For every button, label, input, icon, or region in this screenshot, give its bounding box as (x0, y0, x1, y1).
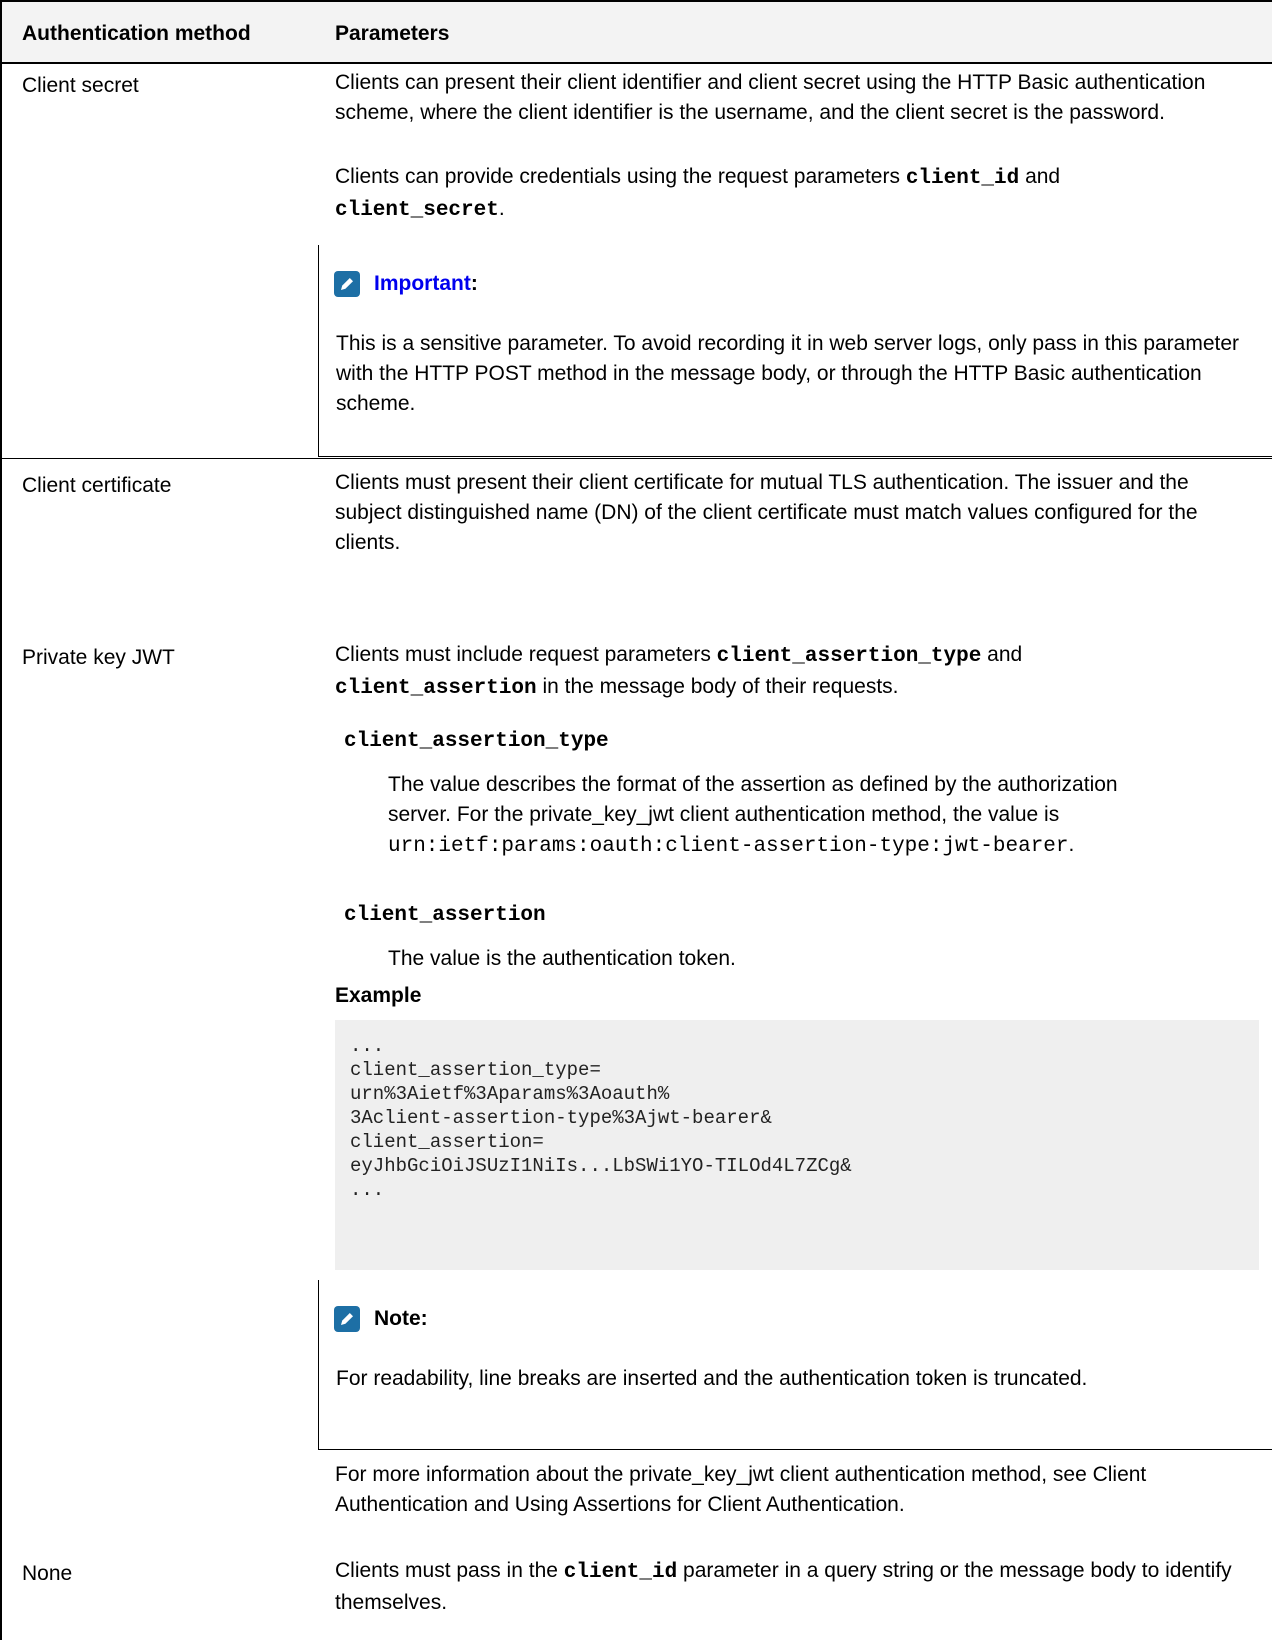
pencil-icon (334, 271, 360, 297)
client-secret-credentials: Clients can provide credentials using th… (335, 165, 1061, 222)
method-none: None (22, 1562, 73, 1585)
method-client-secret: Client secret (22, 74, 139, 97)
row-divider (2, 458, 1272, 459)
code-client-id: client_id (905, 167, 1020, 190)
pencil-icon (334, 1306, 360, 1332)
header-parameters: Parameters (335, 22, 450, 45)
auth-methods-table: Authentication method Parameters Client … (0, 0, 1272, 1640)
definition-client-assertion: The value is the authentication token. (388, 947, 736, 970)
table-header: Authentication method Parameters (2, 0, 1272, 64)
header-authentication-method: Authentication method (22, 22, 251, 45)
method-private-key-jwt: Private key JWT (22, 646, 175, 669)
term-client-assertion: client_assertion (344, 904, 546, 927)
important-note: Important: This is a sensitive parameter… (318, 245, 1272, 457)
private-key-jwt-description: Clients must include request parameters … (335, 643, 1023, 700)
none-description: Clients must pass in the client_id param… (335, 1559, 1232, 1614)
code-client-assertion-type: client_assertion_type (716, 645, 982, 668)
definition-client-assertion-type: The value describes the format of the as… (388, 773, 1118, 858)
code-jwt-bearer-urn: urn:ietf:params:oauth:client-assertion-t… (388, 835, 1069, 858)
example-heading: Example (335, 984, 422, 1007)
important-note-body: This is a sensitive parameter. To avoid … (336, 332, 1240, 415)
example-code-block: ... client_assertion_type= urn%3Aietf%3A… (335, 1020, 1259, 1270)
note-body: For readability, line breaks are inserte… (336, 1367, 1088, 1390)
term-client-assertion-type: client_assertion_type (344, 730, 609, 753)
method-client-certificate: Client certificate (22, 474, 172, 497)
client-secret-description: Clients can present their client identif… (335, 71, 1206, 124)
readability-note: Note: For readability, line breaks are i… (318, 1280, 1272, 1450)
private-key-jwt-more-info: For more information about the private_k… (335, 1463, 1147, 1516)
code-client-secret: client_secret (335, 199, 499, 222)
client-certificate-description: Clients must present their client certif… (335, 471, 1198, 554)
important-link[interactable]: Important (374, 272, 471, 295)
code-client-assertion: client_assertion (335, 677, 537, 700)
code-client-id: client_id (563, 1561, 678, 1584)
note-title: Note: (374, 1307, 428, 1330)
